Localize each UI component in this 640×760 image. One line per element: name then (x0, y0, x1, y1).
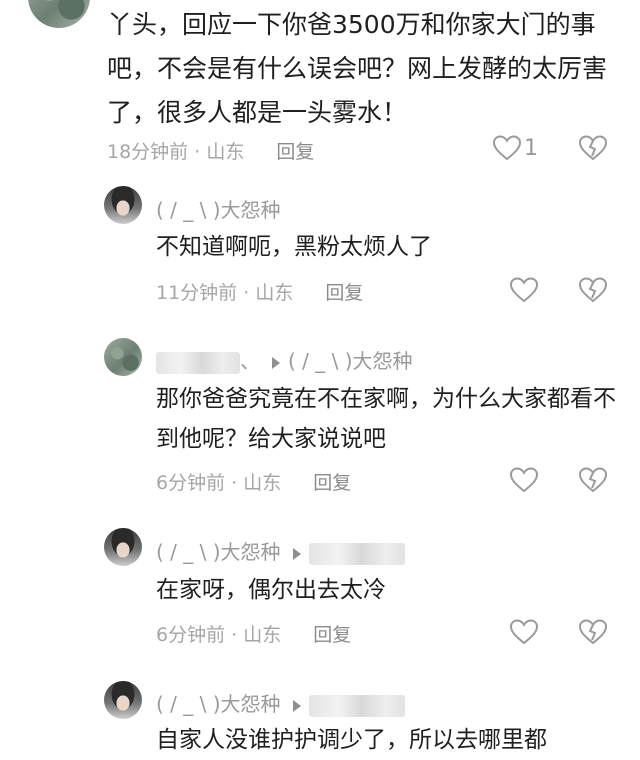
like-button[interactable] (492, 134, 522, 166)
dislike-button[interactable] (578, 134, 608, 166)
location: 山东 (206, 141, 245, 163)
blurred-reply-to-name[interactable] (308, 542, 405, 565)
reply-button[interactable]: 回复 (313, 472, 351, 494)
location: 山东 (243, 624, 282, 646)
heart-outline-icon (509, 619, 539, 645)
like-button[interactable] (509, 466, 539, 498)
avatar[interactable] (104, 186, 142, 224)
author-name[interactable]: ( / _ \ )大怨种 (156, 540, 281, 564)
location: 山东 (255, 282, 294, 304)
heart-outline-icon (492, 135, 522, 161)
meta-separator: · (225, 624, 244, 646)
broken-heart-icon (578, 277, 608, 303)
timestamp: 11分钟前 (156, 282, 238, 304)
reply-meta: 6分钟前 · 山东 回复 (156, 620, 351, 647)
reply-button[interactable]: 回复 (313, 624, 351, 646)
location: 山东 (243, 472, 282, 494)
reply-button[interactable]: 回复 (276, 141, 314, 163)
meta-separator: · (225, 472, 244, 494)
timestamp: 6分钟前 (156, 472, 226, 494)
reply-meta: 6分钟前 · 山东 回复 (156, 468, 351, 495)
dislike-button[interactable] (578, 466, 608, 498)
author-name[interactable]: ( / _ \ )大怨种 (156, 692, 281, 716)
author-line: ( / _ \ )大怨种 (156, 536, 405, 565)
like-count: 1 (524, 136, 538, 161)
broken-heart-icon (578, 467, 608, 493)
reply-text: 那你爸爸究竟在不在家啊，为什么大家都看不到他呢？给大家说说吧 (156, 386, 616, 452)
timestamp: 18分钟前 (107, 141, 189, 163)
reply-text: 不知道啊呃，黑粉太烦人了 (156, 234, 432, 260)
reply-text: 自家人没谁护护调少了，所以去哪里都 (156, 727, 547, 753)
like-button[interactable] (509, 618, 539, 650)
avatar[interactable] (104, 681, 142, 719)
comment-text: 丫头，回应一下你爸3500万和你家大门的事吧，不会是有什么误会吧？网上发酵的太厉… (107, 10, 608, 127)
heart-outline-icon (509, 277, 539, 303)
reply-text: 在家呀，偶尔出去太冷 (156, 577, 386, 603)
author-name[interactable]: ( / _ \ )大怨种 (156, 194, 281, 223)
dislike-button[interactable] (578, 618, 608, 650)
author-suffix: 、 (240, 349, 260, 373)
triangle-right-icon (292, 699, 301, 712)
author-line: ( / _ \ )大怨种 (156, 688, 405, 717)
like-button[interactable] (509, 276, 539, 308)
heart-outline-icon (509, 467, 539, 493)
triangle-right-icon (292, 547, 301, 560)
author-line: 、 ( / _ \ )大怨种 (156, 345, 413, 374)
reply-button[interactable]: 回复 (325, 282, 363, 304)
triangle-right-icon (272, 356, 280, 369)
dislike-button[interactable] (578, 276, 608, 308)
blurred-author-name[interactable] (156, 351, 240, 374)
broken-heart-icon (578, 135, 608, 161)
avatar[interactable] (28, 0, 90, 28)
reply-to-name[interactable]: ( / _ \ )大怨种 (288, 349, 413, 373)
timestamp: 6分钟前 (156, 624, 226, 646)
blurred-reply-to-name[interactable] (308, 694, 405, 717)
broken-heart-icon (578, 619, 608, 645)
reply-meta: 11分钟前 · 山东 回复 (156, 278, 363, 305)
comment-meta: 18分钟前 · 山东 回复 (107, 137, 314, 164)
meta-separator: · (237, 282, 256, 304)
avatar[interactable] (104, 528, 142, 566)
meta-separator: · (188, 141, 207, 163)
avatar[interactable] (104, 338, 142, 376)
